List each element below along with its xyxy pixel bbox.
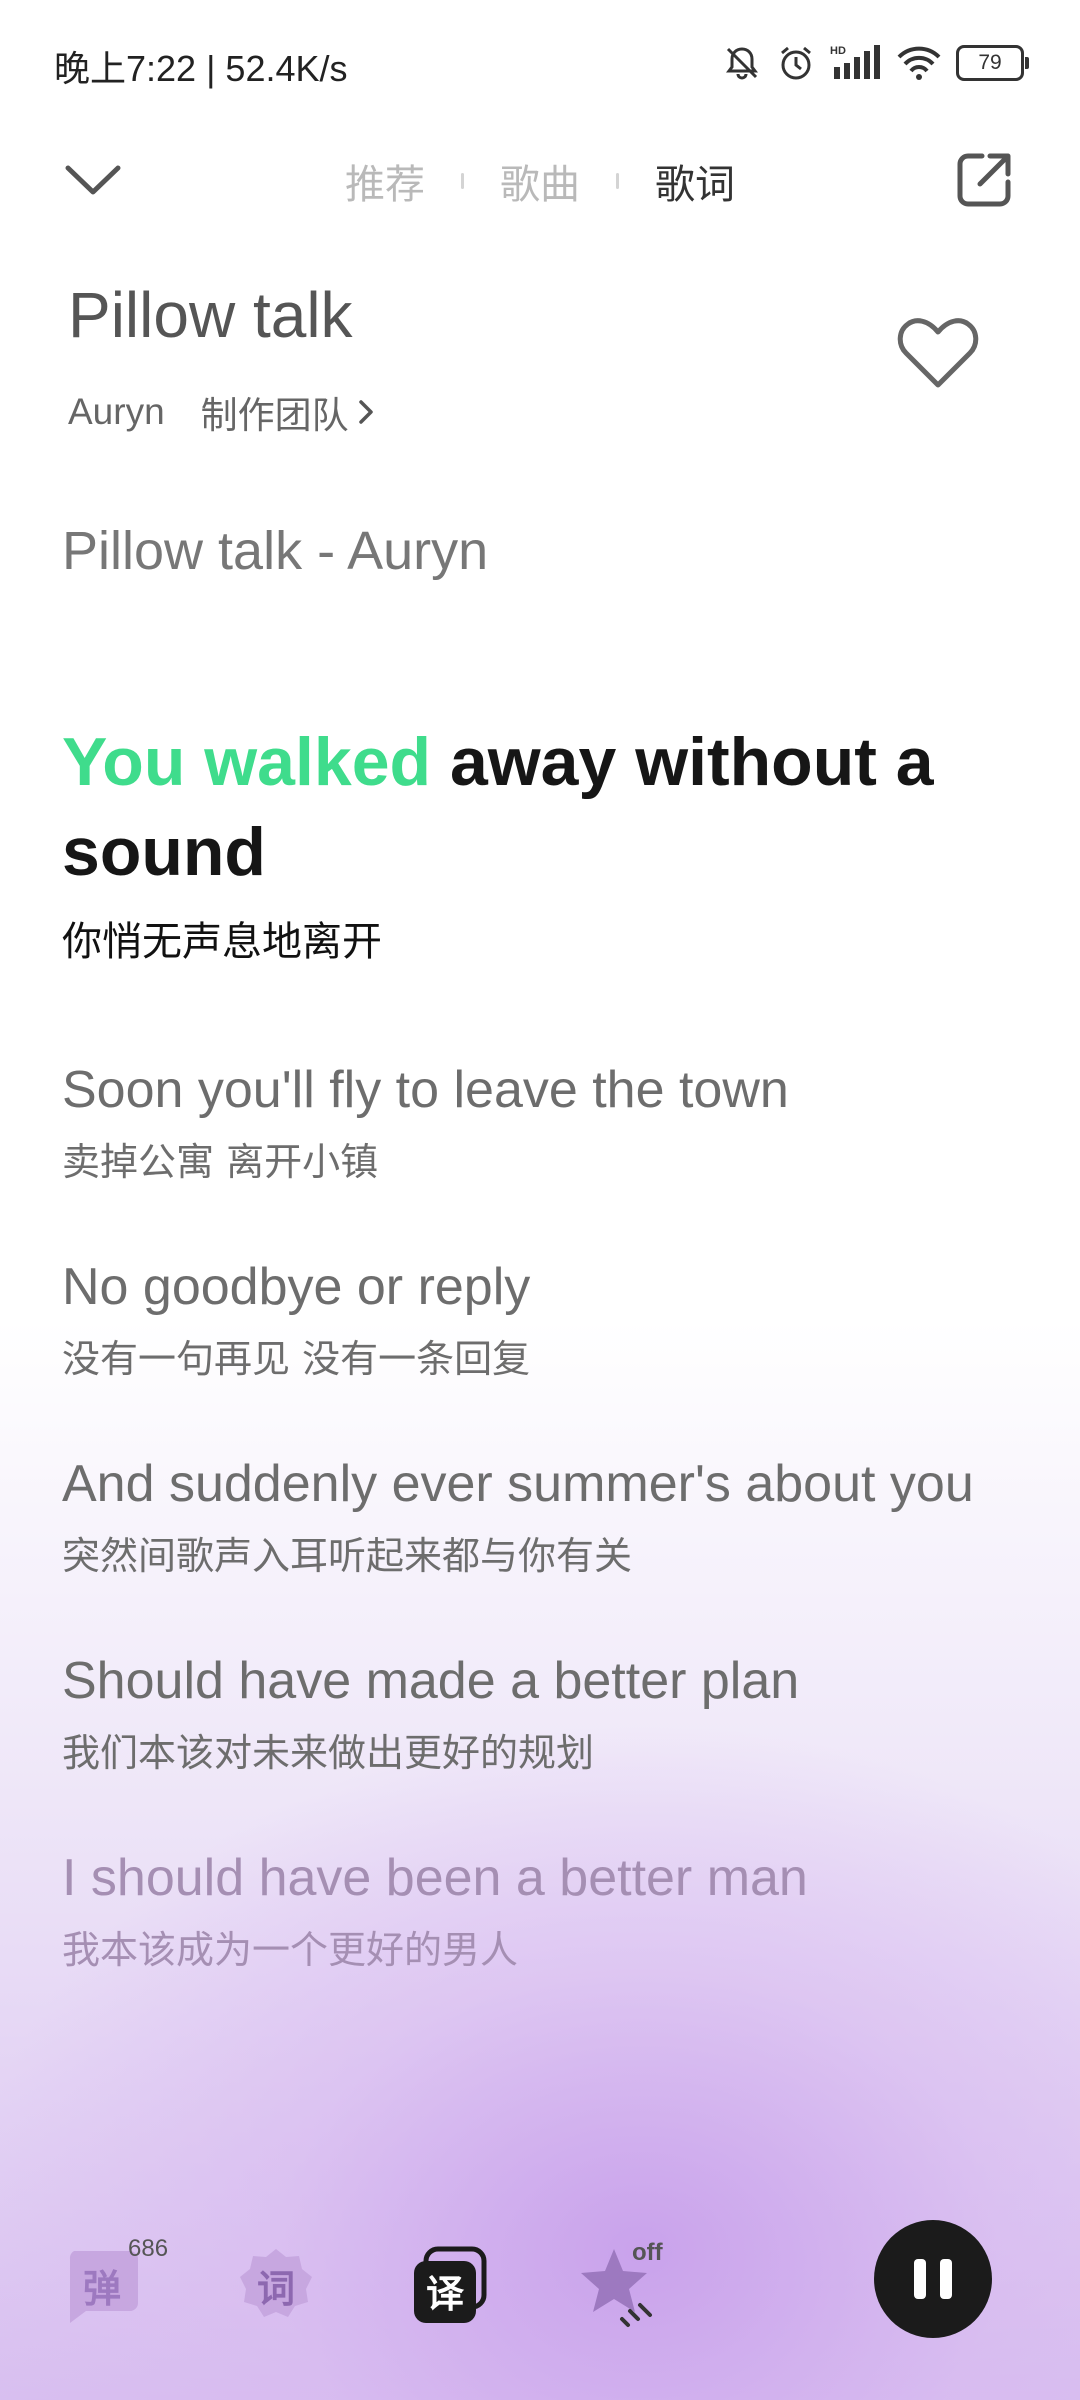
status-icons: HD 79 (722, 40, 1029, 86)
lyric-line[interactable]: And suddenly ever summer's about you 突然间… (62, 1451, 1022, 1580)
lyric-line[interactable]: I should have been a better man 我本该成为一个更… (62, 1845, 1022, 1974)
mute-bell-icon (726, 47, 758, 80)
lyric-original: Should have made a better plan (62, 1652, 800, 1710)
song-meta: Auryn 制作团队 (68, 385, 375, 439)
lyric-translation: 我们本该对未来做出更好的规划 (62, 1731, 595, 1775)
credits-link[interactable]: 制作团队 (201, 385, 375, 439)
lyric-style-button[interactable]: 词 (236, 2245, 316, 2325)
danmaku-button[interactable]: 弹 686 (62, 2235, 168, 2325)
lyric-translation: 卖掉公寓 离开小镇 (62, 1140, 379, 1184)
status-bar: 晚上7:22 | 52.4K/s HD 79 (0, 0, 1080, 130)
battery-level: 79 (978, 51, 1002, 74)
signal-icon: HD (830, 45, 880, 79)
bottom-toolbar: 弹 686 词 译 off (0, 2200, 1080, 2400)
lyric-original: And suddenly ever summer's about you (62, 1455, 974, 1513)
lyric-original: No goodbye or reply (62, 1258, 531, 1316)
lyric-line[interactable]: No goodbye or reply 没有一句再见 没有一条回复 (62, 1254, 1022, 1383)
tab-lyrics[interactable]: 歌词 (655, 152, 735, 210)
current-lyric-sung: You walked (62, 724, 432, 800)
lyric-translation: 突然间歌声入耳听起来都与你有关 (62, 1534, 633, 1578)
tab-song[interactable]: 歌曲 (500, 152, 580, 210)
lyric-original: Soon you'll fly to leave the town (62, 1061, 789, 1119)
favorite-heart-icon[interactable] (896, 315, 980, 391)
credits-label: 制作团队 (200, 394, 349, 437)
lyric-style-label: 词 (256, 2266, 295, 2311)
effect-button[interactable]: off (578, 2239, 663, 2327)
tab-divider (461, 173, 464, 189)
top-bar: 推荐 歌曲 歌词 (0, 130, 1080, 230)
svg-text:HD: HD (830, 45, 846, 57)
wifi-icon (897, 46, 941, 80)
alarm-icon (781, 46, 811, 80)
tab-bar: 推荐 歌曲 歌词 (0, 152, 1080, 210)
danmaku-count: 686 (128, 2235, 169, 2262)
translate-button[interactable]: 译 (410, 2245, 490, 2325)
chevron-right-icon (358, 400, 373, 424)
lyric-translation: 我本该成为一个更好的男人 (62, 1928, 519, 1972)
battery-indicator: 79 (956, 45, 1029, 81)
artist-name[interactable]: Auryn (68, 391, 165, 433)
pause-icon-bar-right (940, 2259, 952, 2299)
lyric-original: I should have been a better man (62, 1849, 808, 1907)
share-icon[interactable] (952, 148, 1016, 212)
pause-icon-bar-left (914, 2259, 926, 2299)
lyric-translation: 没有一句再见 没有一条回复 (62, 1337, 531, 1381)
lyrics-heading: Pillow talk - Auryn (62, 521, 489, 581)
tab-recommend[interactable]: 推荐 (345, 152, 425, 210)
song-title: Pillow talk (68, 279, 353, 351)
current-lyric-line: You walked away without a sound (62, 717, 1022, 897)
tab-divider (616, 173, 619, 189)
current-lyric-translation: 你悄无声息地离开 (62, 919, 382, 965)
pause-button[interactable] (874, 2220, 992, 2338)
lyric-line[interactable]: Soon you'll fly to leave the town 卖掉公寓 离… (62, 1057, 1022, 1186)
effect-state: off (632, 2239, 663, 2266)
status-time-speed: 晚上7:22 | 52.4K/s (54, 48, 348, 89)
lyric-line[interactable]: Should have made a better plan 我们本该对未来做出… (62, 1648, 1022, 1777)
lyrics-panel[interactable]: Pillow talk - Auryn You walked away with… (62, 520, 1022, 2042)
translate-label: 译 (425, 2271, 464, 2316)
